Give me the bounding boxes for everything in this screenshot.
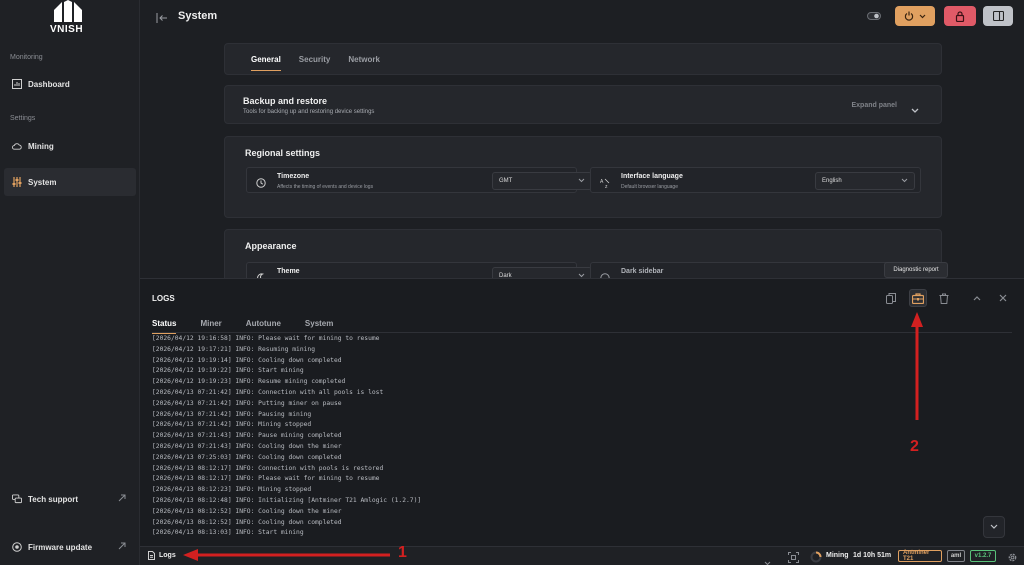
- annotation-arrows: [183, 312, 923, 561]
- annotation-number-2: 2: [910, 438, 919, 455]
- app-root: VNISH Monitoring Dashboard Settings Mini…: [0, 0, 1024, 565]
- annotation-number-1: 1: [398, 544, 407, 561]
